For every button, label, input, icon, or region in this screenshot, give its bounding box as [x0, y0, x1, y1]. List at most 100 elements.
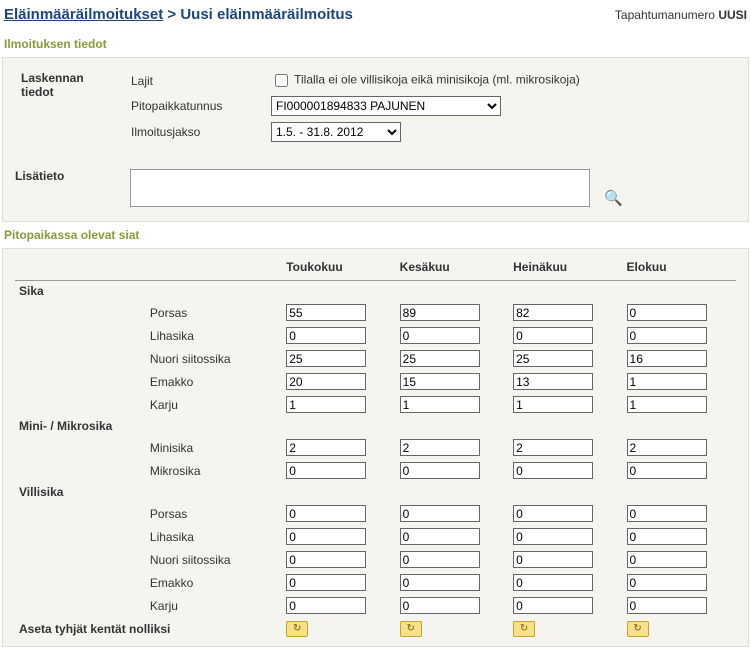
group-header: Sika	[15, 281, 736, 302]
row-label: Lihasika	[146, 525, 282, 548]
value-input[interactable]	[513, 304, 593, 321]
no-pigs-checkbox[interactable]	[275, 74, 288, 87]
value-input[interactable]	[286, 439, 366, 456]
value-input[interactable]	[286, 462, 366, 479]
value-input[interactable]	[627, 350, 707, 367]
value-input[interactable]	[400, 505, 480, 522]
value-input[interactable]	[513, 462, 593, 479]
col-header-toukokuu: Toukokuu	[282, 257, 395, 281]
table-row: Karju	[15, 594, 736, 617]
table-row: Nuori siitossika	[15, 548, 736, 571]
value-input[interactable]	[513, 373, 593, 390]
table-row: Lihasika	[15, 525, 736, 548]
value-input[interactable]	[627, 396, 707, 413]
value-input[interactable]	[513, 505, 593, 522]
set-zero-button-heinakuu[interactable]: ↻	[513, 621, 535, 637]
row-label: Lihasika	[146, 324, 282, 347]
value-input[interactable]	[400, 304, 480, 321]
row-label: Karju	[146, 594, 282, 617]
section-title-info: Ilmoituksen tiedot	[2, 31, 749, 57]
table-row: Emakko	[15, 571, 736, 594]
row-label: Karju	[146, 393, 282, 416]
value-input[interactable]	[286, 373, 366, 390]
table-row: Karju	[15, 393, 736, 416]
set-zero-button-kesakuu[interactable]: ↻	[400, 621, 422, 637]
value-input[interactable]	[400, 327, 480, 344]
breadcrumb-separator: >	[167, 6, 176, 23]
value-input[interactable]	[400, 574, 480, 591]
value-input[interactable]	[627, 373, 707, 390]
col-header-kesakuu: Kesäkuu	[396, 257, 509, 281]
value-input[interactable]	[627, 439, 707, 456]
value-input[interactable]	[286, 327, 366, 344]
value-input[interactable]	[286, 551, 366, 568]
value-input[interactable]	[513, 528, 593, 545]
value-input[interactable]	[513, 350, 593, 367]
value-input[interactable]	[400, 439, 480, 456]
lisatieto-label: Lisätieto	[15, 169, 120, 183]
event-number-value: UUSI	[718, 8, 747, 22]
value-input[interactable]	[627, 597, 707, 614]
value-input[interactable]	[400, 597, 480, 614]
value-input[interactable]	[627, 327, 707, 344]
event-number: Tapahtumanumero UUSI	[615, 8, 747, 22]
row-label: Emakko	[146, 370, 282, 393]
group-header: Villisika	[15, 482, 736, 502]
value-input[interactable]	[286, 396, 366, 413]
search-icon[interactable]: 🔍	[600, 189, 623, 207]
value-input[interactable]	[627, 574, 707, 591]
value-input[interactable]	[400, 350, 480, 367]
value-input[interactable]	[513, 439, 593, 456]
value-input[interactable]	[513, 597, 593, 614]
value-input[interactable]	[286, 528, 366, 545]
value-input[interactable]	[400, 551, 480, 568]
value-input[interactable]	[627, 505, 707, 522]
value-input[interactable]	[513, 396, 593, 413]
lisatieto-textarea[interactable]	[130, 169, 590, 207]
value-input[interactable]	[400, 373, 480, 390]
group-header: Mini- / Mikrosika	[15, 416, 736, 436]
set-zero-button-elokuu[interactable]: ↻	[627, 621, 649, 637]
table-row: Lihasika	[15, 324, 736, 347]
table-row: Mikrosika	[15, 459, 736, 482]
info-panel: Laskennan tiedot Lajit Tilalla ei ole vi…	[2, 57, 749, 222]
ilmoitusjakso-select[interactable]: 1.5. - 31.8. 2012	[271, 122, 401, 142]
value-input[interactable]	[513, 327, 593, 344]
row-label: Nuori siitossika	[146, 548, 282, 571]
value-input[interactable]	[627, 551, 707, 568]
row-label: Porsas	[146, 502, 282, 525]
value-input[interactable]	[400, 396, 480, 413]
value-input[interactable]	[286, 597, 366, 614]
value-input[interactable]	[627, 304, 707, 321]
value-input[interactable]	[627, 528, 707, 545]
table-row: Nuori siitossika	[15, 347, 736, 370]
value-input[interactable]	[400, 462, 480, 479]
row-label: Porsas	[146, 301, 282, 324]
set-zero-button-toukokuu[interactable]: ↻	[286, 621, 308, 637]
breadcrumb-current: Uusi eläinmääräilmoitus	[180, 6, 353, 23]
event-number-label: Tapahtumanumero	[615, 8, 715, 22]
value-input[interactable]	[513, 574, 593, 591]
breadcrumb-root-link[interactable]: Eläinmääräilmoitukset	[4, 6, 163, 23]
table-row: Minisika	[15, 436, 736, 459]
breadcrumb: Eläinmääräilmoitukset > Uusi eläinmääräi…	[4, 6, 353, 23]
table-row: Emakko	[15, 370, 736, 393]
row-label: Mikrosika	[146, 459, 282, 482]
value-input[interactable]	[286, 350, 366, 367]
row-label: Emakko	[146, 571, 282, 594]
value-input[interactable]	[400, 528, 480, 545]
pitopaikka-select[interactable]: FI000001894833 PAJUNEN	[271, 96, 501, 116]
no-pigs-checkbox-label: Tilalla ei ole villisikoja eikä minisiko…	[294, 73, 580, 87]
pitopaikka-label: Pitopaikkatunnus	[125, 93, 265, 119]
ilmoitusjakso-label: Ilmoitusjakso	[125, 119, 265, 145]
value-input[interactable]	[286, 574, 366, 591]
value-input[interactable]	[286, 505, 366, 522]
row-label: Minisika	[146, 436, 282, 459]
lajit-label: Lajit	[125, 68, 265, 93]
value-input[interactable]	[627, 462, 707, 479]
value-input[interactable]	[513, 551, 593, 568]
section-title-pigs: Pitopaikassa olevat siat	[2, 222, 749, 248]
row-label: Nuori siitossika	[146, 347, 282, 370]
value-input[interactable]	[286, 304, 366, 321]
table-row: Porsas	[15, 301, 736, 324]
